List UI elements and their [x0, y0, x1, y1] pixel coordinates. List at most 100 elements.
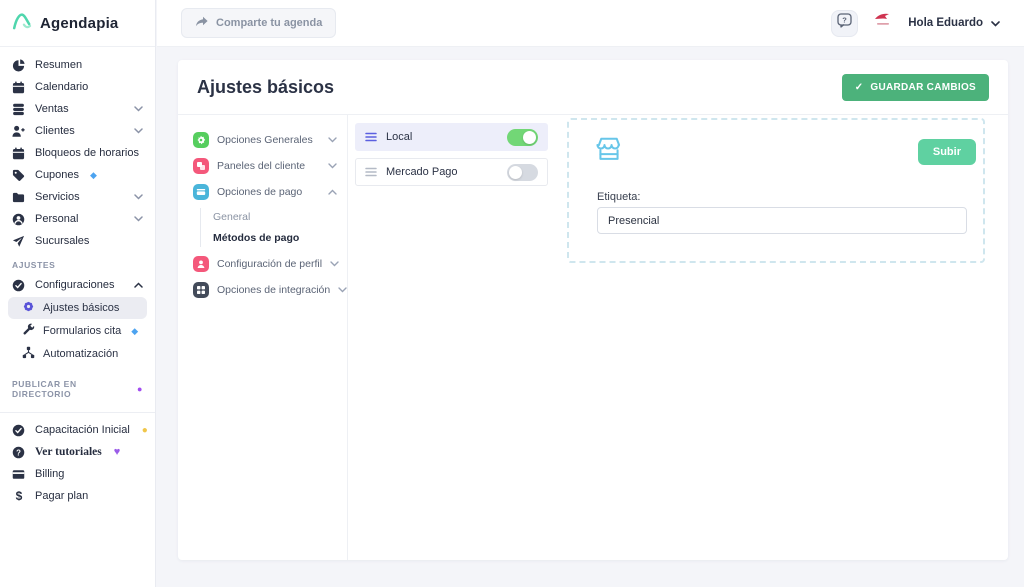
purple-dot-icon: ●: [137, 384, 143, 394]
user-greeting: Hola Eduardo: [908, 17, 983, 29]
chevron-down-icon: [328, 160, 337, 172]
question-circle-icon: ?: [12, 445, 26, 459]
help-bubble-icon: ?: [837, 13, 852, 33]
sidebar-item-label: Pagar plan: [35, 490, 88, 502]
sidebar-item-label: Calendario: [35, 81, 88, 93]
check-circle-icon: [12, 423, 26, 437]
folder-icon: [12, 190, 26, 204]
settings-nav-opciones-generales[interactable]: Opciones Generales: [193, 127, 337, 153]
payment-method-row-local[interactable]: Local: [355, 123, 548, 151]
settings-nav-label: Configuración de perfil: [217, 258, 322, 270]
brand-logo-icon: [12, 11, 34, 36]
section-label-publicar: PUBLICAR EN DIRECTORIO ●: [0, 371, 155, 403]
sidebar-item-pagar-plan[interactable]: $ Pagar plan: [0, 485, 155, 507]
user-circle-icon: [12, 212, 26, 226]
settings-nav-sub-general[interactable]: General: [213, 208, 337, 226]
sidebar-item-label: Automatización: [43, 348, 118, 360]
sidebar-item-label: Ventas: [35, 103, 69, 115]
sidebar-item-label: Sucursales: [35, 235, 89, 247]
panels-badge-icon: [193, 158, 209, 174]
share-icon: [195, 16, 208, 30]
send-icon: [12, 234, 26, 248]
sidebar-item-configuraciones[interactable]: Configuraciones: [0, 274, 155, 296]
etiqueta-input[interactable]: [597, 207, 967, 234]
share-agenda-button[interactable]: Comparte tu agenda: [181, 8, 336, 38]
settings-nav-configuracion-perfil[interactable]: Configuración de perfil: [193, 251, 337, 277]
settings-nav-pago-sublist: General Métodos de pago: [200, 208, 337, 247]
card-header: Ajustes básicos ✓ GUARDAR CAMBIOS: [178, 60, 1008, 115]
sidebar-item-label: Bloqueos de horarios: [35, 147, 139, 159]
section-label-ajustes: AJUSTES: [0, 252, 155, 274]
settings-nav-opciones-pago[interactable]: Opciones de pago: [193, 179, 337, 205]
toggle-mercado-pago[interactable]: [507, 164, 538, 181]
chevron-down-icon: [328, 134, 337, 146]
sidebar-item-bloqueos[interactable]: Bloqueos de horarios: [0, 142, 155, 164]
sidebar-item-resumen[interactable]: Resumen: [0, 54, 155, 76]
profile-badge-icon: [193, 256, 209, 272]
payment-method-row-mercado-pago[interactable]: Mercado Pago: [355, 158, 548, 186]
check-icon: ✓: [855, 82, 864, 93]
save-changes-button[interactable]: ✓ GUARDAR CAMBIOS: [842, 74, 989, 101]
sidebar-item-ventas[interactable]: Ventas: [0, 98, 155, 120]
pie-chart-icon: [12, 58, 26, 72]
sidebar-item-calendario[interactable]: Calendario: [0, 76, 155, 98]
account-menu[interactable]: Hola Eduardo: [908, 14, 1000, 32]
payment-method-label: Mercado Pago: [386, 166, 458, 178]
gear-badge-icon: [193, 132, 209, 148]
sidebar-item-label: Formularios cita: [43, 325, 121, 337]
nodes-icon: [22, 346, 35, 362]
toggle-local[interactable]: [507, 129, 538, 146]
svg-text:?: ?: [16, 448, 21, 457]
chevron-down-icon: [134, 191, 143, 203]
topbar-right: ? Hola Eduardo: [831, 10, 1000, 37]
sidebar-item-label: Personal: [35, 213, 78, 225]
sidebar-item-clientes[interactable]: Clientes: [0, 120, 155, 142]
sidebar-item-automatizacion[interactable]: Automatización: [8, 343, 147, 365]
sidebar-item-ver-tutoriales[interactable]: ? Ver tutoriales ♥: [0, 441, 155, 463]
calendar-icon: [12, 80, 26, 94]
page-title: Ajustes básicos: [197, 77, 334, 98]
chevron-up-icon: [134, 279, 143, 291]
chevron-down-icon: [134, 213, 143, 225]
sidebar-item-label: Clientes: [35, 125, 75, 137]
sidebar-item-ajustes-basicos[interactable]: Ajustes básicos: [8, 297, 147, 319]
drag-handle-icon[interactable]: [365, 167, 377, 177]
settings-nav-sub-metodos-pago[interactable]: Métodos de pago: [213, 229, 337, 247]
grid-badge-icon: [193, 282, 209, 298]
sidebar-item-label: Ajustes básicos: [43, 302, 119, 314]
topbar: Comparte tu agenda ? Hola Eduardo: [157, 0, 1024, 47]
sidebar-item-label: Ver tutoriales: [35, 446, 102, 458]
credit-card-icon: [12, 467, 26, 481]
brand-name: Agendapia: [40, 15, 118, 32]
help-button[interactable]: ?: [831, 10, 858, 37]
tag-icon: [12, 168, 26, 182]
share-agenda-label: Comparte tu agenda: [216, 17, 322, 29]
settings-nav-opciones-integracion[interactable]: Opciones de integración: [193, 277, 337, 303]
sidebar-item-label: Cupones: [35, 169, 79, 181]
etiqueta-label: Etiqueta:: [597, 191, 640, 203]
settings-nav-sub-label: General: [213, 211, 250, 223]
sidebar-item-billing[interactable]: Billing: [0, 463, 155, 485]
sidebar-item-cupones[interactable]: Cupones ◆: [0, 164, 155, 186]
gem-icon: ◆: [131, 326, 138, 337]
chevron-down-icon: [338, 284, 347, 296]
card-body: Opciones Generales Paneles del cliente O…: [178, 115, 1008, 560]
sidebar-item-capacitacion[interactable]: Capacitación Inicial ●: [0, 419, 155, 441]
settings-nav-label: Paneles del cliente: [217, 160, 305, 172]
sidebar-item-sucursales[interactable]: Sucursales: [0, 230, 155, 252]
upload-button[interactable]: Subir: [918, 139, 976, 165]
brand-logo[interactable]: Agendapia: [0, 0, 155, 47]
heart-icon: ♥: [114, 446, 121, 458]
svg-text:?: ?: [842, 16, 847, 25]
sidebar-item-servicios[interactable]: Servicios: [0, 186, 155, 208]
sidebar-item-formularios-cita[interactable]: Formularios cita ◆: [8, 320, 147, 342]
drag-handle-icon[interactable]: [365, 132, 377, 142]
dollar-icon: $: [12, 489, 26, 503]
user-plus-icon: [12, 124, 26, 138]
calendar-icon: [12, 146, 26, 160]
sidebar-item-personal[interactable]: Personal: [0, 208, 155, 230]
tools-icon: [22, 323, 35, 339]
settings-nav-paneles-cliente[interactable]: Paneles del cliente: [193, 153, 337, 179]
settings-nav-sub-label: Métodos de pago: [213, 232, 299, 244]
settings-nav-label: Opciones de integración: [217, 284, 330, 296]
